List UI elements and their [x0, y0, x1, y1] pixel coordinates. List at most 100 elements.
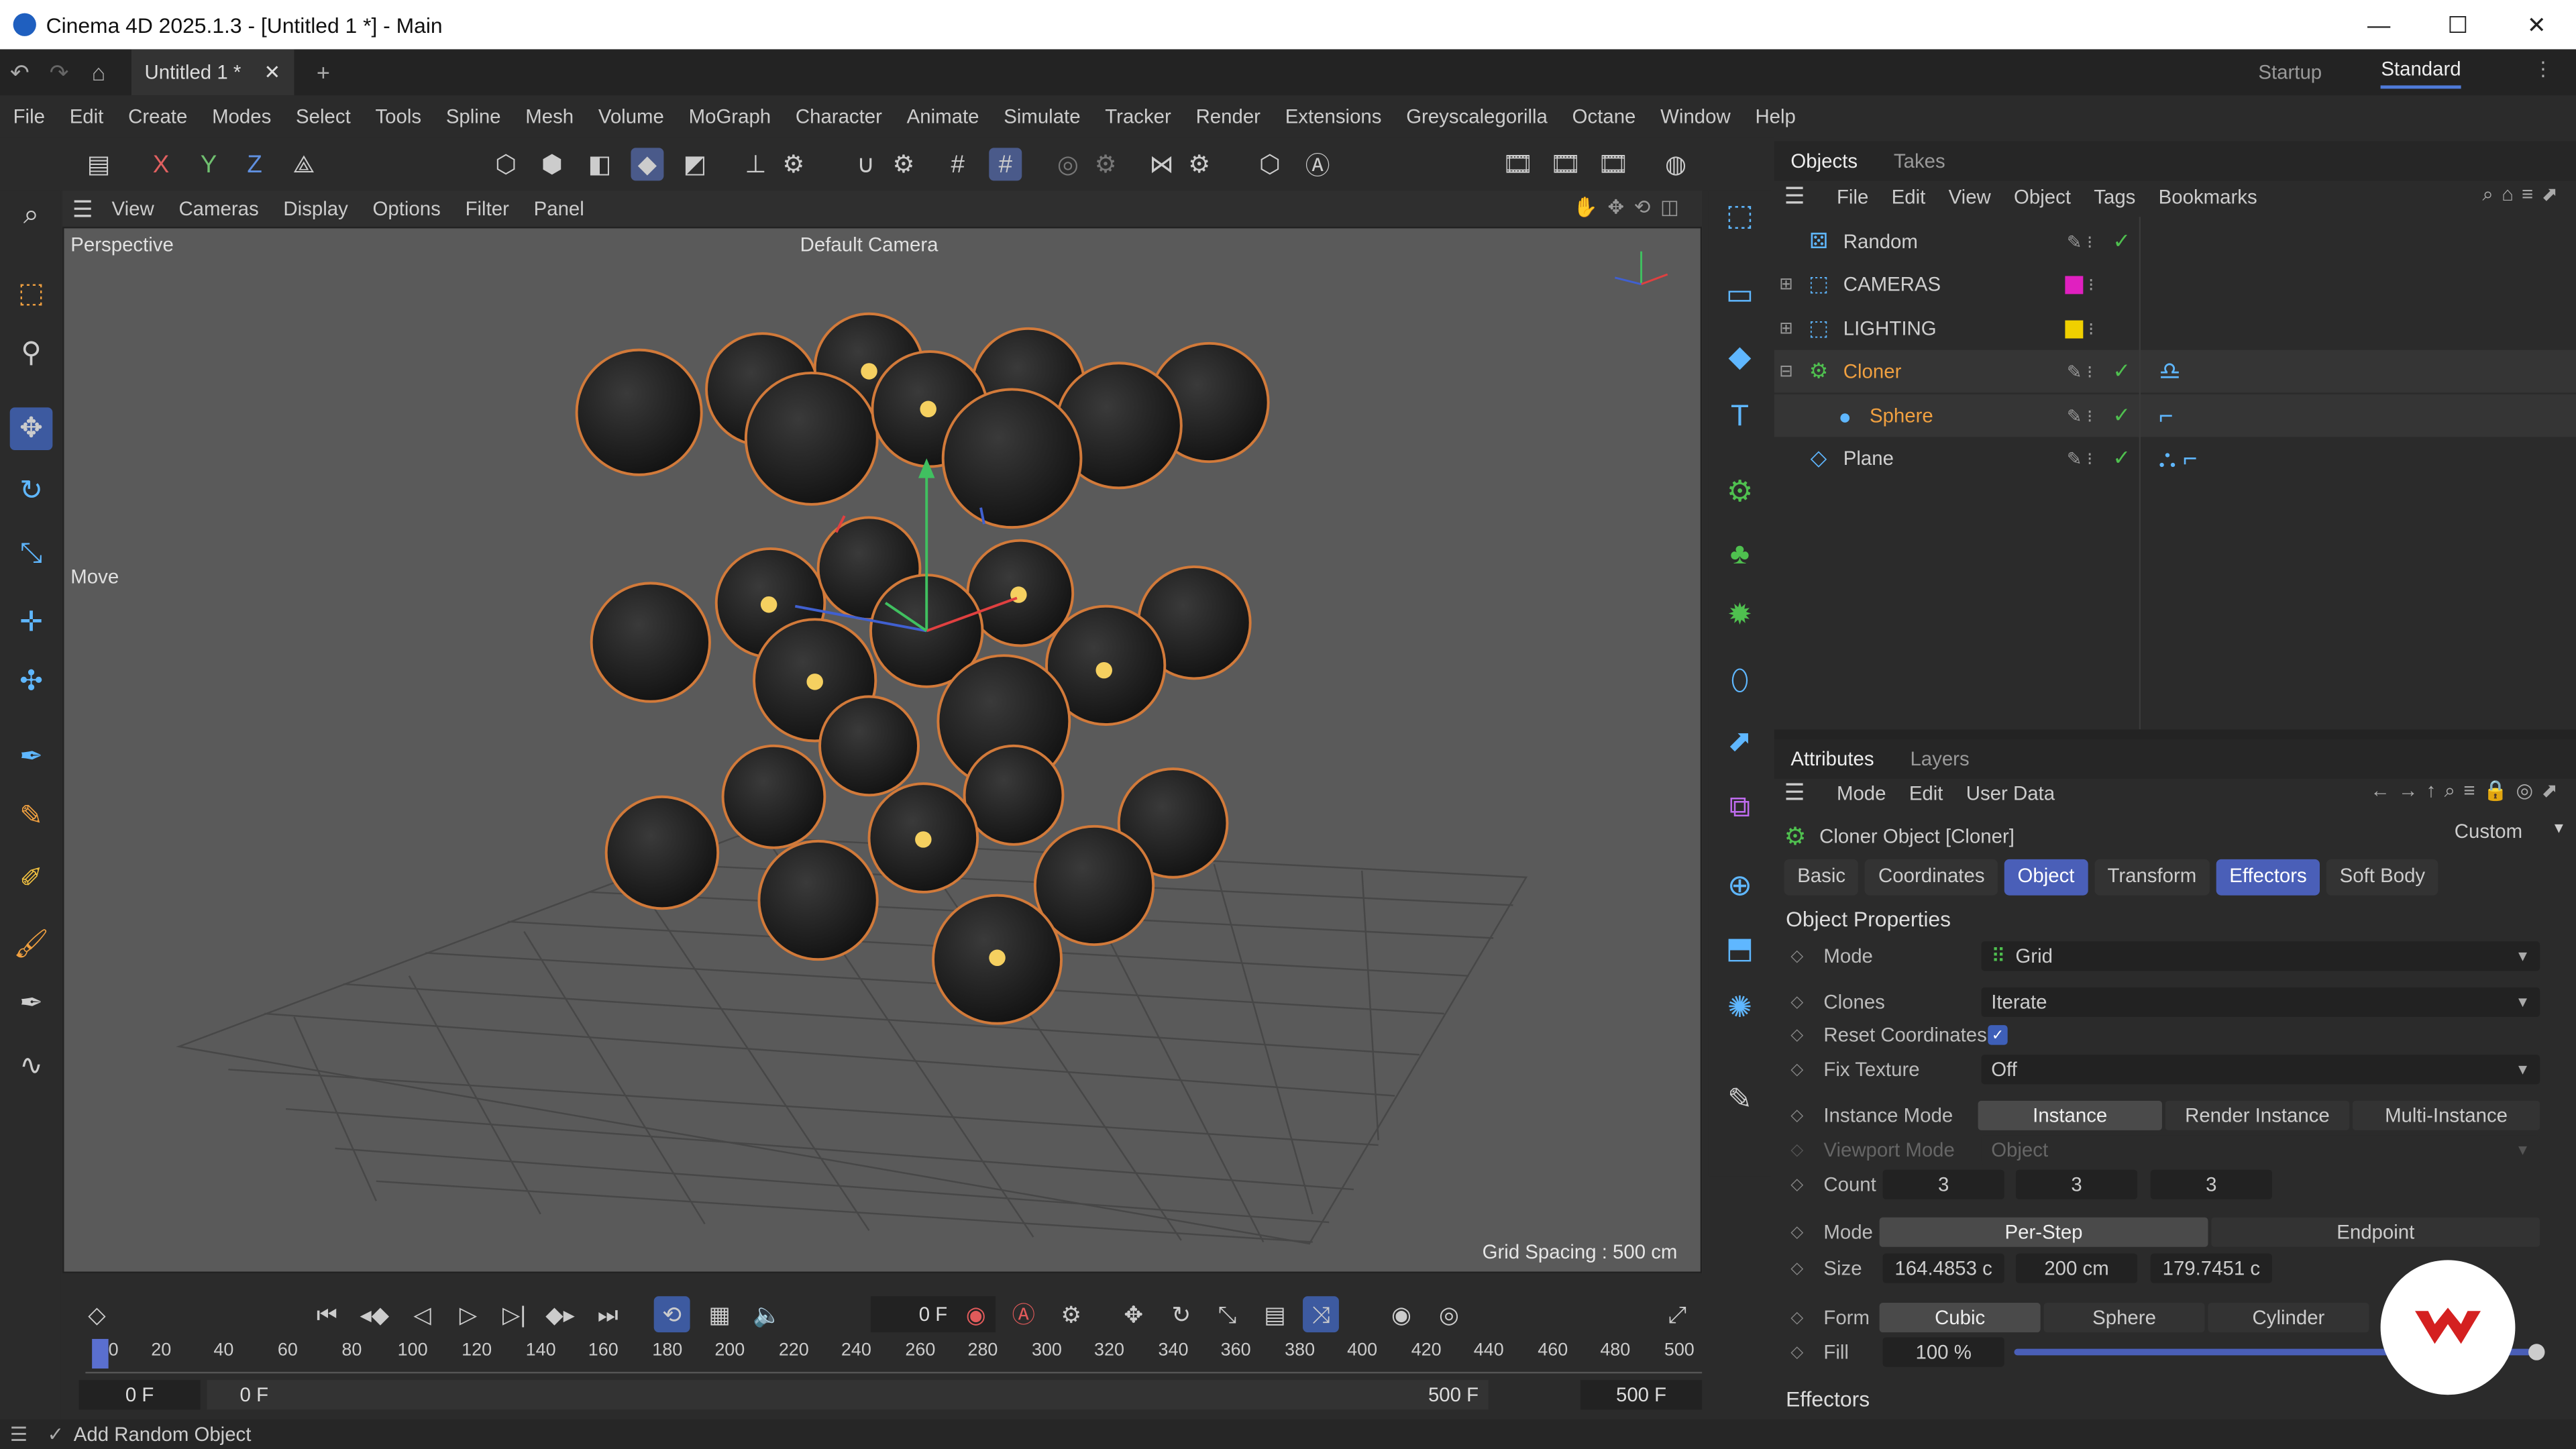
- axis-mode-icon[interactable]: ⊥: [739, 148, 772, 180]
- fill-slider-knob[interactable]: [2528, 1344, 2545, 1360]
- mode-dropdown[interactable]: ⠿ Grid ▼: [1981, 941, 2540, 971]
- objects-menu-view[interactable]: View: [1949, 186, 1991, 209]
- visibility-flags[interactable]: ✎ ⁝: [2067, 361, 2093, 382]
- snap-icon[interactable]: #: [941, 148, 974, 180]
- menu-tracker[interactable]: Tracker: [1105, 105, 1171, 128]
- collapse-icon[interactable]: ⊟: [1779, 362, 1795, 380]
- attributes-menu-mode[interactable]: Mode: [1837, 782, 1886, 805]
- brush-tool-icon[interactable]: 🖌: [10, 923, 53, 966]
- solo-icon[interactable]: ◎: [1051, 148, 1084, 180]
- viewport-navigation-icons[interactable]: ✋✥⟲◫: [1573, 195, 1688, 218]
- octane-tag-icon[interactable]: ♎: [2159, 356, 2181, 386]
- spline-rectangle-icon[interactable]: ▭: [1719, 273, 1762, 316]
- next-frame-icon[interactable]: ▷|: [496, 1296, 533, 1332]
- pen-tool-icon[interactable]: ✒: [10, 736, 53, 779]
- play-icon[interactable]: ▷: [450, 1296, 486, 1332]
- go-to-start-icon[interactable]: ⏮: [309, 1296, 345, 1332]
- viewport-menu-filter[interactable]: Filter: [466, 197, 509, 220]
- preview-range-slider[interactable]: 0 F 500 F: [207, 1380, 1489, 1410]
- object-row-plane[interactable]: ◇ Plane ✎ ⁝ ✓ ⛬ ⌐: [1774, 437, 2576, 480]
- more-icon[interactable]: ⋮: [2533, 58, 2553, 80]
- menu-mesh[interactable]: Mesh: [525, 105, 574, 128]
- cube-icon[interactable]: ◆: [1719, 335, 1762, 378]
- keyframe-diamond-icon[interactable]: ◇: [1790, 1309, 1803, 1327]
- scheme-icon[interactable]: ◎: [1431, 1296, 1467, 1332]
- environment-icon[interactable]: ⊕: [1719, 864, 1762, 907]
- viewport-menu-view[interactable]: View: [112, 197, 154, 220]
- keyframe-diamond-icon[interactable]: ◇: [1790, 947, 1803, 965]
- mograph-icon[interactable]: ♣: [1719, 532, 1762, 575]
- menu-animate[interactable]: Animate: [907, 105, 979, 128]
- move-tool-icon[interactable]: ✥: [9, 407, 53, 451]
- paint-tool-icon[interactable]: ∿: [10, 1045, 53, 1088]
- keyframe-diamond-icon[interactable]: ◇: [1790, 1026, 1803, 1044]
- preset-dropdown[interactable]: Custom ▼: [2455, 820, 2567, 843]
- deformer-icon[interactable]: ⬯: [1719, 659, 1762, 702]
- object-row-random[interactable]: ⚄ Random ✎ ⁝ ✓: [1774, 220, 2576, 263]
- search-icon[interactable]: ⌕: [10, 194, 53, 237]
- menu-simulate[interactable]: Simulate: [1004, 105, 1080, 128]
- null-object-icon[interactable]: ⬚: [1719, 194, 1762, 237]
- cloner-icon[interactable]: ⚙: [1719, 470, 1762, 513]
- multi-instance-option[interactable]: Multi-Instance: [2352, 1100, 2540, 1130]
- subtab-soft-body[interactable]: Soft Body: [2326, 859, 2438, 896]
- section-object-properties[interactable]: Object Properties: [1786, 907, 1951, 932]
- polygons-mode-icon[interactable]: ◧: [583, 148, 616, 180]
- menu-tools[interactable]: Tools: [375, 105, 421, 128]
- playhead[interactable]: [92, 1338, 109, 1369]
- playback-rate-icon[interactable]: ▦: [702, 1296, 738, 1332]
- next-key-icon[interactable]: ◆▸: [542, 1296, 578, 1332]
- fill-field[interactable]: 100 %: [1882, 1337, 2004, 1367]
- uv-mode-icon[interactable]: ◩: [678, 148, 711, 180]
- home-icon[interactable]: ⌂: [79, 59, 119, 85]
- objects-menu-bookmarks[interactable]: Bookmarks: [2159, 186, 2257, 209]
- menu-volume[interactable]: Volume: [598, 105, 664, 128]
- timeline-ruler[interactable]: 0 20 40 60 80 100 120 140 160 180 200 22…: [85, 1338, 1703, 1375]
- menu-greyscalegorilla[interactable]: Greyscalegorilla: [1406, 105, 1548, 128]
- object-row-cloner[interactable]: ⊟ ⚙ Cloner ✎ ⁝ ✓ ♎: [1774, 350, 2576, 393]
- object-row-sphere[interactable]: ● Sphere ✎ ⁝ ✓ ⌐: [1774, 394, 2576, 437]
- endpoint-option[interactable]: Endpoint: [2211, 1217, 2540, 1247]
- instance-option[interactable]: Instance: [1978, 1100, 2162, 1130]
- status-hamburger-icon[interactable]: ☰: [10, 1423, 28, 1446]
- objects-menu-file[interactable]: File: [1837, 186, 1868, 209]
- subtab-transform[interactable]: Transform: [2094, 859, 2210, 896]
- sketch-tool-icon[interactable]: ✎: [10, 795, 53, 838]
- expand-icon[interactable]: ⊞: [1779, 319, 1795, 337]
- locked-workplane-icon[interactable]: Ⓐ: [1301, 148, 1334, 180]
- maximize-button[interactable]: ☐: [2418, 0, 2498, 49]
- section-effectors[interactable]: Effectors: [1786, 1387, 1870, 1411]
- solo-settings-icon[interactable]: ⚙: [1089, 148, 1122, 180]
- enabled-check-icon[interactable]: ✓: [2112, 228, 2131, 254]
- layout-startup[interactable]: Startup: [2258, 61, 2322, 84]
- undo-icon[interactable]: ↶: [0, 58, 40, 87]
- material-tag-icons[interactable]: ⛬ ⌐: [2159, 444, 2197, 472]
- edges-mode-icon[interactable]: ⬢: [535, 148, 568, 180]
- key-pla-icon[interactable]: ⤨: [1303, 1296, 1339, 1333]
- rotate-tool-icon[interactable]: ↻: [10, 470, 53, 513]
- phong-tag-icon[interactable]: ⌐: [2159, 402, 2173, 430]
- record-icon[interactable]: ◉: [958, 1296, 994, 1332]
- close-tab-icon[interactable]: ✕: [264, 61, 281, 84]
- model-mode-icon[interactable]: ◆: [631, 148, 664, 181]
- previous-frame-icon[interactable]: ◁: [404, 1296, 440, 1332]
- menu-character[interactable]: Character: [796, 105, 882, 128]
- menu-select[interactable]: Select: [296, 105, 351, 128]
- menu-octane[interactable]: Octane: [1572, 105, 1636, 128]
- viewport-menu-options[interactable]: Options: [373, 197, 441, 220]
- keyframe-diamond-icon[interactable]: ◇: [1790, 1223, 1803, 1241]
- y-axis-toggle[interactable]: Y: [193, 148, 225, 180]
- viewport-menu-panel[interactable]: Panel: [534, 197, 584, 220]
- size-z-field[interactable]: 179.7451 c: [2150, 1253, 2272, 1283]
- enabled-check-icon[interactable]: ✓: [2112, 402, 2131, 429]
- render-instance-option[interactable]: Render Instance: [2165, 1100, 2350, 1130]
- menu-file[interactable]: File: [13, 105, 45, 128]
- grid-snap-icon[interactable]: #: [989, 148, 1022, 181]
- loop-icon[interactable]: ⟲: [653, 1296, 690, 1333]
- attributes-toolbar-icons[interactable]: ←→↑⌕≡🔒◎⬈: [2370, 779, 2566, 804]
- object-row-cameras[interactable]: ⊞ ⬚ CAMERAS ⁝: [1774, 263, 2576, 306]
- size-y-field[interactable]: 200 cm: [2015, 1253, 2138, 1283]
- viewport-hamburger-icon[interactable]: ☰: [72, 195, 93, 223]
- magnet-icon[interactable]: ∪: [849, 148, 882, 180]
- menu-spline[interactable]: Spline: [446, 105, 501, 128]
